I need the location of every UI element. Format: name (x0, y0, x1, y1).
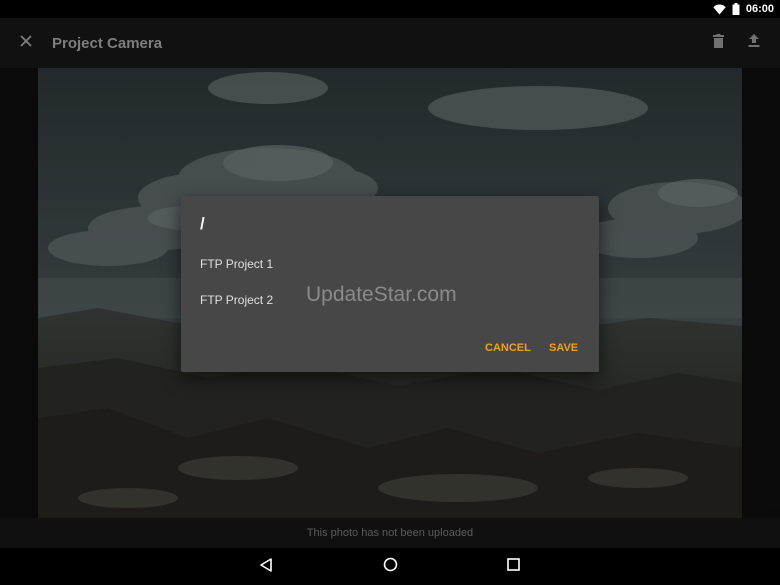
home-button[interactable] (380, 557, 400, 577)
recents-button[interactable] (503, 557, 523, 577)
home-icon (383, 557, 398, 577)
status-time: 06:00 (745, 3, 774, 15)
wifi-icon (713, 4, 726, 15)
save-button[interactable]: SAVE (549, 342, 578, 354)
status-bar: 06:00 (0, 0, 780, 18)
folder-item[interactable]: FTP Project 2 (200, 293, 273, 307)
navigation-bar (0, 548, 780, 585)
back-icon (259, 557, 273, 577)
folder-picker-dialog: / FTP Project 1 FTP Project 2 CANCEL SAV… (181, 196, 599, 372)
screen: 06:00 This photo has not been uploaded P… (0, 0, 780, 585)
folder-item[interactable]: FTP Project 1 (200, 257, 273, 271)
back-button[interactable] (256, 557, 276, 577)
battery-icon (732, 3, 740, 15)
dialog-path: / (200, 214, 205, 233)
cancel-button[interactable]: CANCEL (485, 342, 531, 354)
recents-icon (506, 558, 520, 576)
